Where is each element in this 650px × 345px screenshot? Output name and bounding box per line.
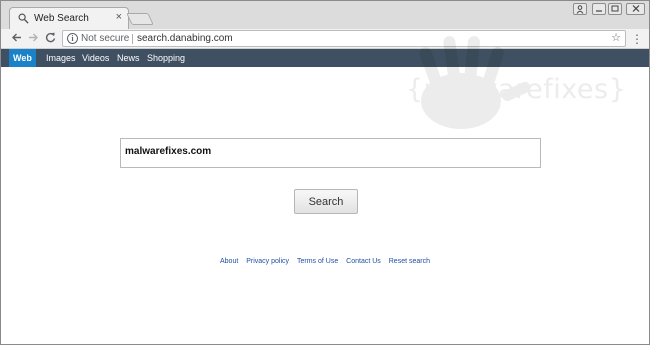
restore-icon[interactable] xyxy=(608,3,622,15)
url-text[interactable]: search.danabing.com xyxy=(137,33,233,44)
search-input[interactable] xyxy=(125,146,525,157)
footer-link-contact-us[interactable]: Contact Us xyxy=(346,258,381,265)
footer-link-about[interactable]: About xyxy=(220,258,238,265)
search-button[interactable]: Search xyxy=(294,189,358,214)
menu-icon[interactable]: ⋮ xyxy=(631,31,643,47)
address-separator xyxy=(132,34,133,44)
close-window-icon[interactable] xyxy=(626,3,645,15)
tab-title: Web Search xyxy=(34,13,89,24)
profile-icon[interactable] xyxy=(573,3,587,15)
search-icon xyxy=(18,13,29,24)
nav-item-shopping[interactable]: Shopping xyxy=(143,49,189,67)
browser-window: Web Search × i Not secure search.danabin… xyxy=(0,0,650,345)
nav-item-web[interactable]: Web xyxy=(9,49,36,67)
search-box[interactable] xyxy=(120,138,541,168)
new-tab-button[interactable] xyxy=(126,13,154,25)
watermark-text: {malwarefixes} xyxy=(406,74,627,105)
tab-web-search[interactable]: Web Search × xyxy=(9,7,129,30)
info-icon[interactable]: i xyxy=(67,33,78,44)
nav-item-news[interactable]: News xyxy=(113,49,144,67)
nav-item-images[interactable]: Images xyxy=(42,49,80,67)
footer-link-terms-of-use[interactable]: Terms of Use xyxy=(297,258,338,265)
minimize-icon[interactable] xyxy=(592,3,606,15)
reload-icon[interactable] xyxy=(43,31,57,47)
tab-close-icon[interactable]: × xyxy=(116,11,122,23)
footer-link-reset-search[interactable]: Reset search xyxy=(389,258,430,265)
nav-item-videos[interactable]: Videos xyxy=(78,49,113,67)
forward-icon[interactable] xyxy=(26,31,40,47)
title-bar: Web Search × xyxy=(1,1,649,30)
back-icon[interactable] xyxy=(9,31,23,47)
security-label: Not secure xyxy=(81,33,130,44)
footer-link-privacy-policy[interactable]: Privacy policy xyxy=(246,258,289,265)
footer-links: About Privacy policy Terms of Use Contac… xyxy=(1,258,649,265)
